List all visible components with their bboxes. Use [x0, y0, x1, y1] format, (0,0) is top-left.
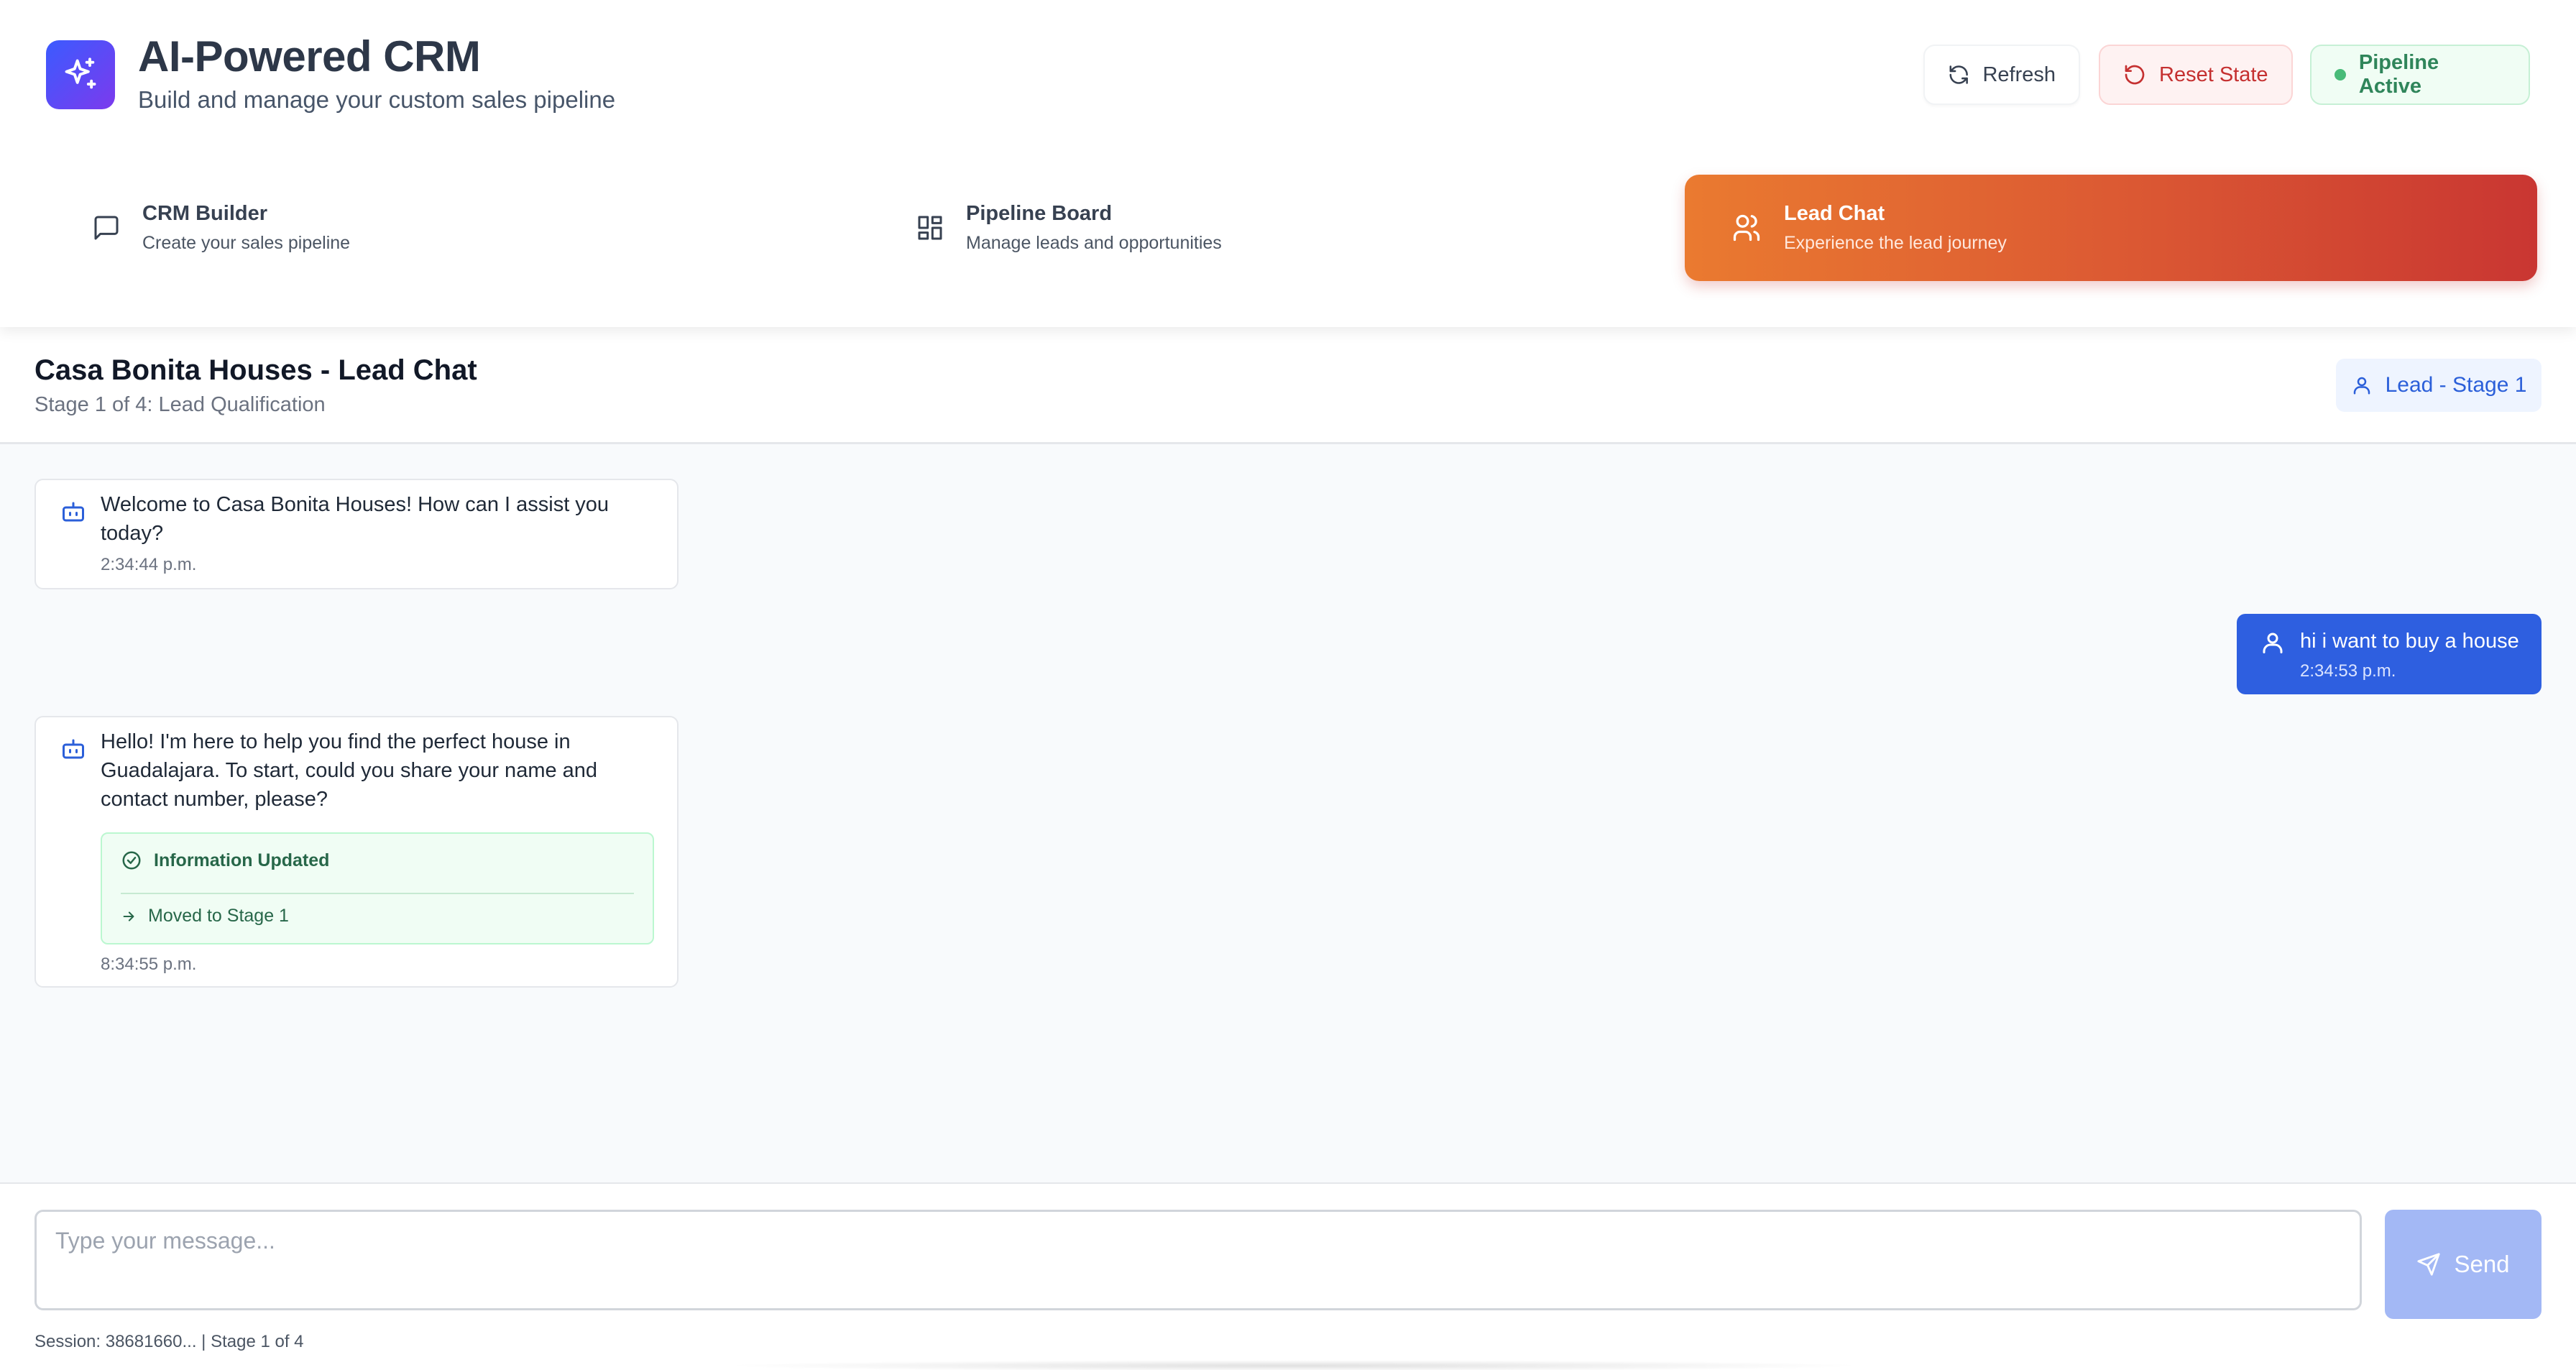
send-icon — [2417, 1253, 2441, 1276]
app-root: AI-Powered CRM Build and manage your cus… — [0, 0, 2576, 1370]
message-text: Hello! I'm here to help you find the per… — [101, 730, 598, 811]
tab-title: Pipeline Board — [966, 202, 1113, 225]
info-update-box: Information Updated Moved to Stage 1 — [101, 832, 654, 944]
tab-title: CRM Builder — [142, 202, 267, 225]
bot-icon — [63, 502, 84, 522]
message-list[interactable]: Welcome to Casa Bonita Houses! How can I… — [0, 444, 2576, 1182]
reset-state-label: Reset State — [2159, 63, 2268, 86]
message-timestamp: 2:34:44 p.m. — [101, 555, 197, 574]
app-subtitle: Build and manage your custom sales pipel… — [138, 86, 616, 113]
tab-pipeline-board[interactable]: Pipeline Board Manage leads and opportun… — [870, 175, 1646, 281]
tab-description: Manage leads and opportunities — [966, 233, 1222, 253]
message-timestamp: 2:34:53 p.m. — [2300, 661, 2396, 681]
user-icon — [2263, 633, 2283, 653]
bot-icon — [63, 739, 84, 759]
message-composer: Send Session: 38681660... | Stage 1 of 4 — [0, 1182, 2576, 1370]
arrow-right-icon — [123, 911, 134, 921]
bot-message: Welcome to Casa Bonita Houses! How can I… — [34, 479, 678, 589]
message-square-icon — [94, 216, 119, 240]
user-message: hi i want to buy a house 2:34:53 p.m. — [2237, 614, 2542, 694]
sparkles-icon — [65, 58, 96, 89]
scroll-shadow — [719, 1360, 1869, 1370]
status-dot-icon — [2334, 69, 2346, 81]
app-header: AI-Powered CRM Build and manage your cus… — [0, 0, 2576, 327]
tab-crm-builder[interactable]: CRM Builder Create your sales pipeline — [46, 175, 822, 281]
pipeline-status-badge: Pipeline Active — [2310, 45, 2530, 105]
divider — [121, 893, 634, 894]
check-circle-icon — [122, 851, 141, 870]
pipeline-status-label: Pipeline Active — [2358, 51, 2439, 98]
bot-message: Hello! I'm here to help you find the per… — [34, 716, 678, 988]
layout-grid-icon — [918, 216, 942, 240]
app-title: AI-Powered CRM — [138, 32, 481, 81]
tab-description: Create your sales pipeline — [142, 233, 351, 253]
send-label: Send — [2454, 1251, 2510, 1277]
message-input[interactable] — [34, 1210, 2362, 1310]
message-text: Welcome to Casa Bonita Houses! How can I… — [101, 493, 610, 545]
lead-stage-label: Lead - Stage 1 — [2385, 373, 2527, 397]
reset-state-button[interactable]: Reset State — [2099, 45, 2293, 105]
tab-lead-chat[interactable]: Lead Chat Experience the lead journey — [1685, 175, 2537, 281]
users-icon — [1733, 214, 1760, 242]
chat-title: Casa Bonita Houses - Lead Chat — [34, 354, 477, 386]
message-text: hi i want to buy a house — [2300, 630, 2519, 653]
refresh-icon — [1949, 65, 1968, 84]
user-icon — [2353, 377, 2370, 395]
session-info: Session: 38681660... | Stage 1 of 4 — [34, 1332, 304, 1351]
stage-moved-row: Moved to Stage 1 — [121, 906, 289, 927]
message-timestamp: 8:34:55 p.m. — [101, 955, 197, 974]
tab-title: Lead Chat — [1784, 202, 1885, 225]
app-logo — [46, 40, 115, 109]
stage-moved-label: Moved to Stage 1 — [148, 906, 289, 926]
info-updated-row: Information Updated — [121, 850, 329, 871]
info-updated-label: Information Updated — [154, 850, 330, 870]
rotate-ccw-icon — [2125, 65, 2145, 85]
send-button[interactable]: Send — [2385, 1210, 2542, 1319]
refresh-label: Refresh — [1982, 63, 2056, 86]
chat-header: Casa Bonita Houses - Lead Chat Stage 1 o… — [0, 327, 2576, 444]
lead-stage-badge: Lead - Stage 1 — [2336, 359, 2542, 412]
tab-description: Experience the lead journey — [1784, 233, 2007, 253]
refresh-button[interactable]: Refresh — [1923, 45, 2080, 105]
chat-stage-subtitle: Stage 1 of 4: Lead Qualification — [34, 393, 326, 416]
